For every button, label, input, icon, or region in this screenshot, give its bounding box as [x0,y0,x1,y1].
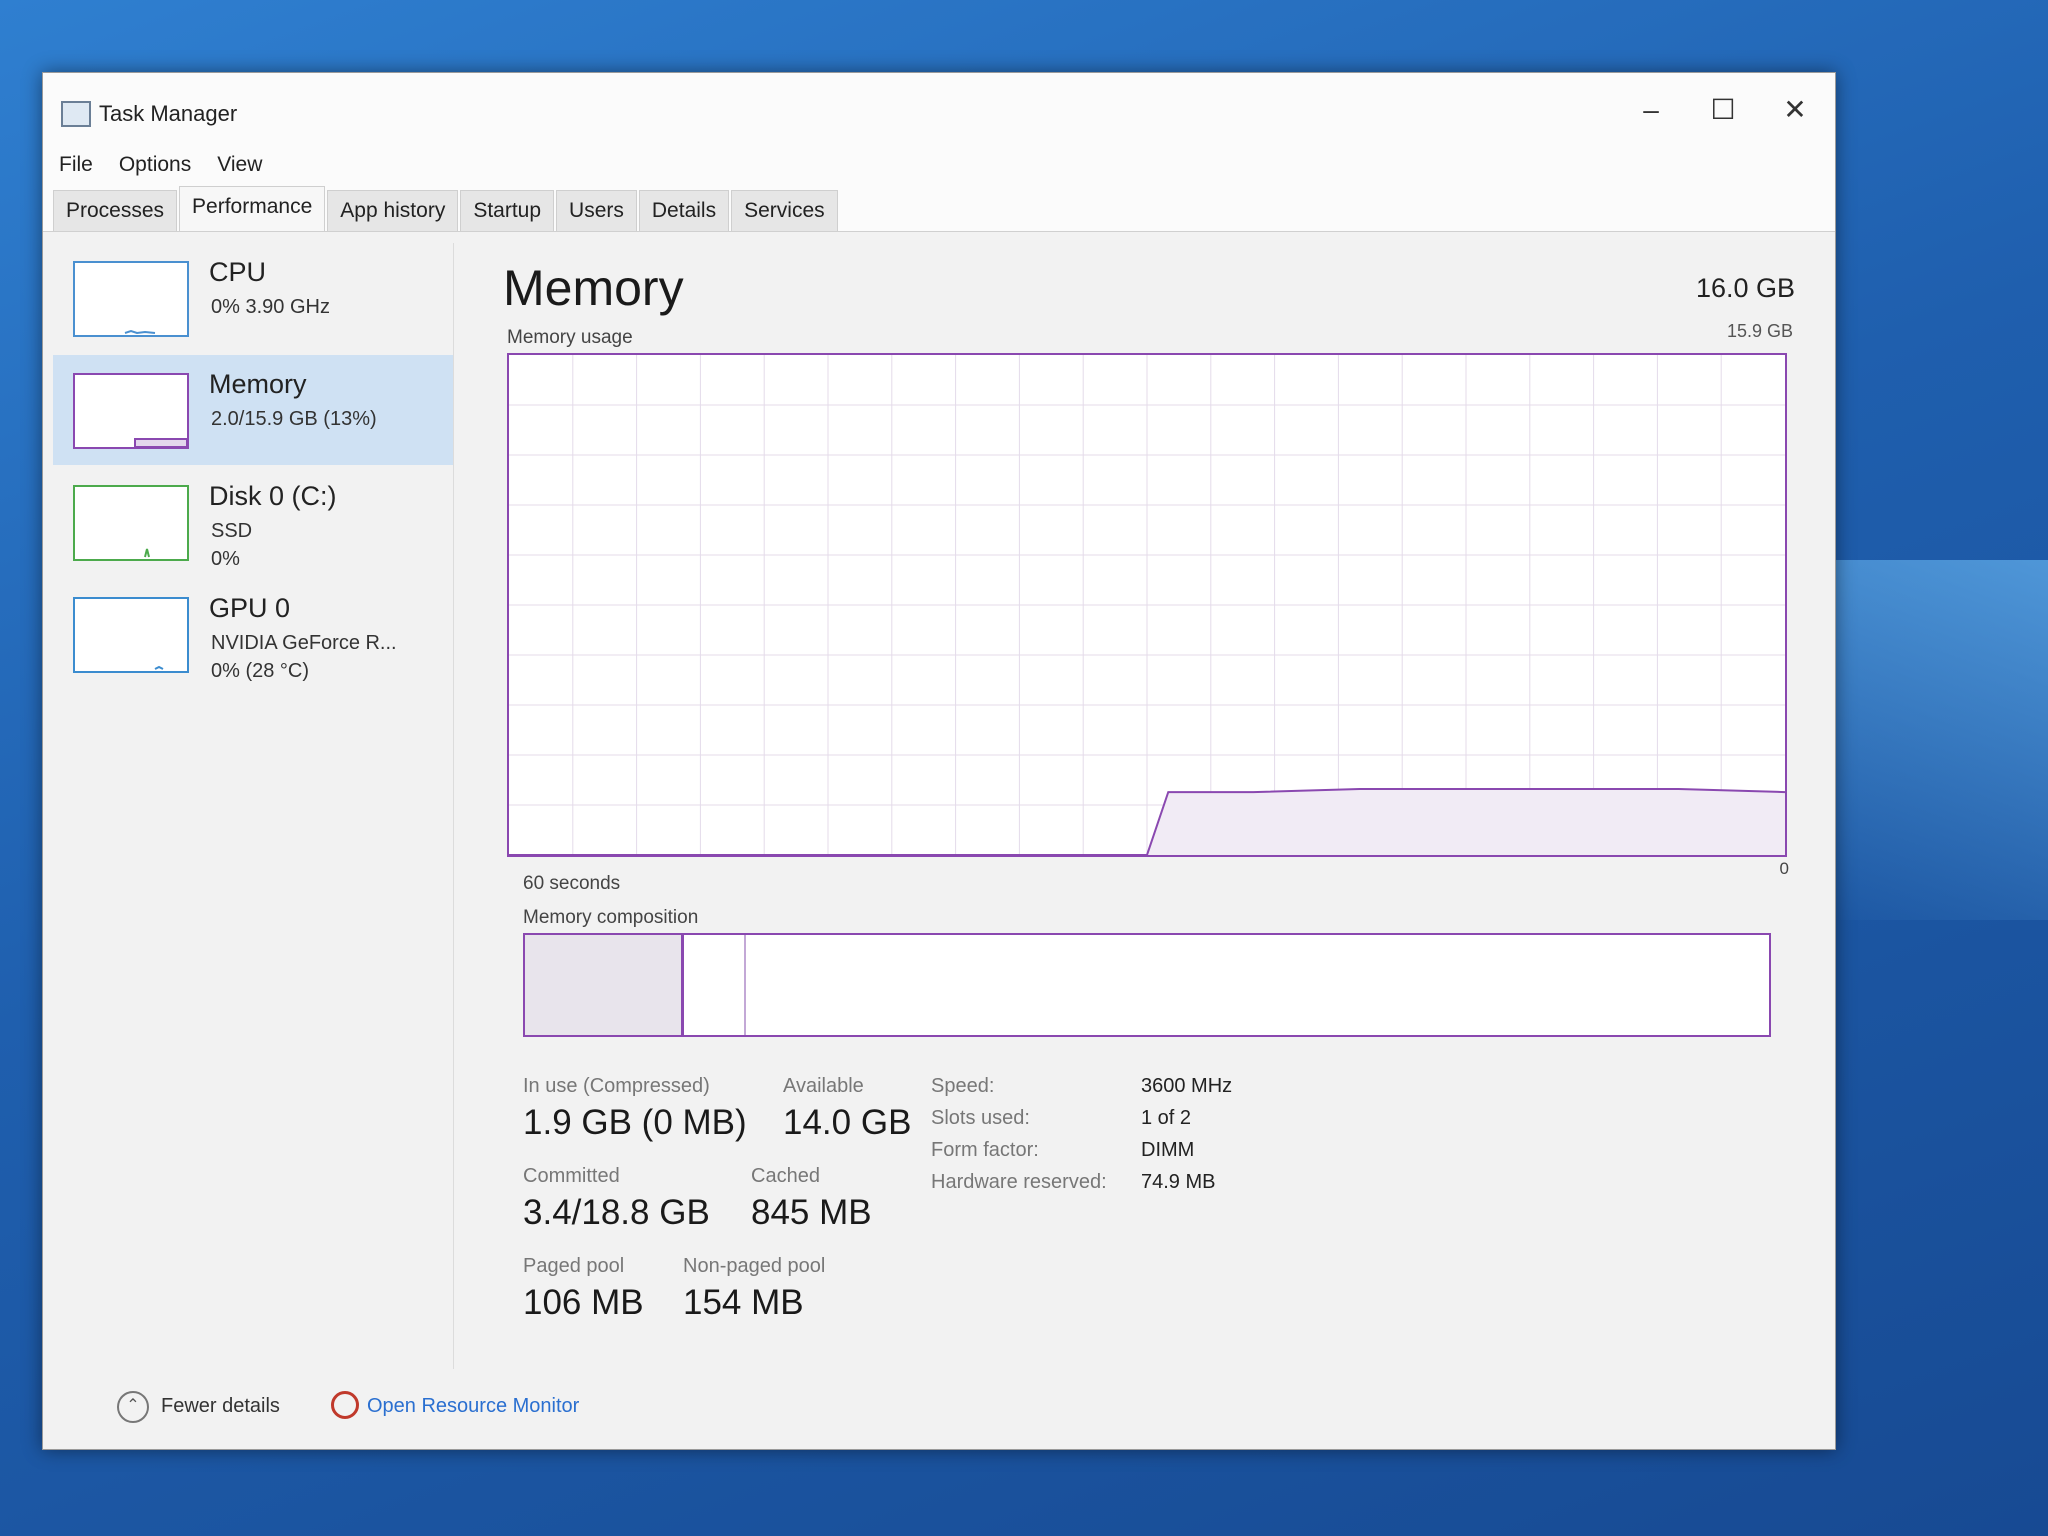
gpu-thumbnail-graph [73,597,189,673]
task-manager-icon [61,101,91,127]
resource-sidebar: CPU 0% 3.90 GHz Memory 2.0/15.9 GB (13%)… [53,243,454,1369]
sidebar-item-disk[interactable]: Disk 0 (C:) SSD 0% [53,467,453,577]
memory-total: 16.0 GB [1695,273,1795,303]
window-title: Task Manager [99,101,238,126]
gpu-usage: 0% (28 °C) [211,660,310,682]
cached-label: Cached [751,1165,820,1187]
disk-thumbnail-graph [73,485,189,561]
speed-value: 3600 MHz [1141,1075,1233,1097]
tab-users[interactable]: Users [556,190,637,231]
open-resource-monitor-link[interactable]: Open Resource Monitor [367,1395,579,1418]
sidebar-item-detail: 2.0/15.9 GB (13%) [211,408,377,430]
tab-details[interactable]: Details [638,190,730,231]
sidebar-item-cpu[interactable]: CPU 0% 3.90 GHz [53,243,453,353]
composition-in-use [525,935,684,1035]
footer: ⌃ Fewer details Open Resource Monitor [43,1369,1835,1449]
memory-composition-label: Memory composition [523,907,699,928]
tab-app-history[interactable]: App history [327,190,459,231]
cpu-thumbnail-graph [73,261,189,337]
task-manager-window: Task Manager – ☐ ✕ File Options View Pro… [42,72,1836,1450]
sidebar-item-detail: NVIDIA GeForce R... 0% (28 °C) [211,629,397,685]
minimize-button[interactable]: – [1615,87,1687,133]
performance-content: CPU 0% 3.90 GHz Memory 2.0/15.9 GB (13%)… [43,233,1835,1369]
sidebar-item-detail: SSD 0% [211,517,252,573]
sidebar-item-name: Memory [209,369,307,399]
speed-label: Speed: [931,1075,995,1097]
graph-zero-label: 0 [1779,859,1789,878]
form-factor-value: DIMM [1141,1139,1195,1161]
menu-view[interactable]: View [217,153,262,177]
memory-usage-graph [507,353,1787,857]
memory-usage-chart [509,355,1785,855]
hardware-reserved-label: Hardware reserved: [931,1171,1107,1193]
paged-pool-value: 106 MB [523,1283,644,1322]
sidebar-item-name: GPU 0 [209,593,291,623]
fewer-details-button[interactable]: Fewer details [161,1395,280,1418]
available-label: Available [783,1075,864,1097]
sidebar-item-name: Disk 0 (C:) [209,481,337,511]
sidebar-item-gpu[interactable]: GPU 0 NVIDIA GeForce R... 0% (28 °C) [53,579,453,689]
disk-type: SSD [211,520,253,542]
slots-value: 1 of 2 [1141,1107,1192,1129]
tab-services[interactable]: Services [731,190,838,231]
graph-time-label: 60 seconds [523,873,621,894]
page-title: Memory [503,260,684,316]
menu-options[interactable]: Options [119,153,191,177]
cached-value: 845 MB [751,1193,872,1232]
sidebar-item-detail: 0% 3.90 GHz [211,296,330,318]
disk-usage: 0% [211,548,240,570]
menu-bar: File Options View [43,145,1835,185]
resource-monitor-icon [331,1391,359,1419]
tab-performance[interactable]: Performance [179,186,326,231]
tab-processes[interactable]: Processes [53,190,178,231]
memory-thumbnail-graph [73,373,189,449]
committed-label: Committed [523,1165,620,1187]
in-use-label: In use (Compressed) [523,1075,710,1097]
slots-label: Slots used: [931,1107,1030,1129]
memory-usage-label: Memory usage [507,327,633,348]
available-value: 14.0 GB [783,1103,912,1142]
tab-startup[interactable]: Startup [460,190,555,231]
graph-max-label: 15.9 GB [1726,321,1793,341]
form-factor-label: Form factor: [931,1139,1039,1161]
tab-bar: Processes Performance App history Startu… [43,185,1835,232]
non-paged-pool-value: 154 MB [683,1283,804,1322]
memory-panel: Memory 16.0 GB 15.9 GB Memory usage 60 s… [483,233,1805,1369]
sidebar-item-name: CPU [209,257,267,287]
paged-pool-label: Paged pool [523,1255,625,1277]
title-bar: Task Manager – ☐ ✕ [43,73,1835,145]
chevron-up-icon[interactable]: ⌃ [117,1391,149,1423]
non-paged-pool-label: Non-paged pool [683,1255,826,1277]
gpu-model: NVIDIA GeForce R... [211,632,397,654]
memory-composition-bar [523,933,1771,1037]
committed-value: 3.4/18.8 GB [523,1193,710,1232]
sidebar-item-memory[interactable]: Memory 2.0/15.9 GB (13%) [53,355,453,465]
in-use-value: 1.9 GB (0 MB) [523,1103,747,1142]
hardware-reserved-value: 74.9 MB [1141,1171,1216,1193]
maximize-button[interactable]: ☐ [1687,87,1759,133]
close-button[interactable]: ✕ [1759,87,1831,133]
composition-modified [684,935,746,1035]
menu-file[interactable]: File [59,153,93,177]
